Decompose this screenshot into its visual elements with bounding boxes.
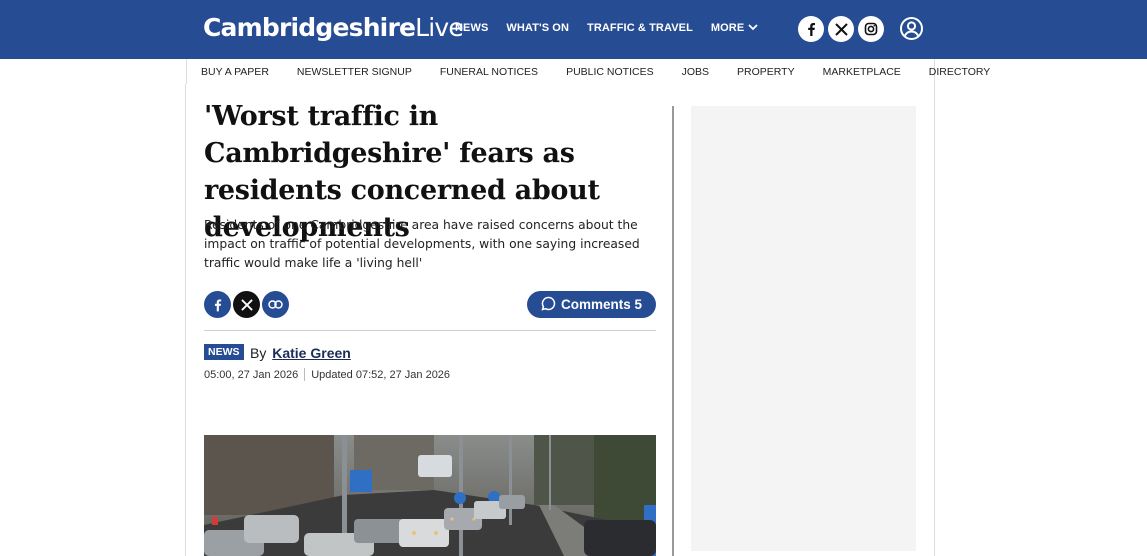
content-border-right [934,84,935,556]
subnav-jobs[interactable]: JOBS [682,66,709,78]
site-logo[interactable]: CambridgeshireLive [203,13,464,42]
nav-more[interactable]: MORE [711,22,758,34]
divider [204,330,656,331]
facebook-icon[interactable] [204,291,231,318]
x-icon[interactable] [828,16,854,42]
subnav-directory[interactable]: DIRECTORY [929,66,990,78]
subnav-marketplace[interactable]: MARKETPLACE [823,66,901,78]
subnav-buy-a-paper[interactable]: BUY A PAPER [201,66,269,78]
comment-bubble-icon [541,296,556,314]
facebook-icon[interactable] [798,16,824,42]
updated-time: Updated 07:52, 27 Jan 2026 [311,368,451,381]
instagram-icon[interactable] [858,16,884,42]
column-divider [672,106,674,556]
byline: By Katie Green [250,345,351,361]
site-header: CambridgeshireLive NEWS WHAT'S ON TRAFFI… [0,0,1147,59]
date-separator [304,368,306,381]
comments-label: Comments 5 [560,297,643,312]
author-link[interactable]: Katie Green [272,345,351,361]
content-border-left [185,84,186,556]
subnav-public-notices[interactable]: PUBLIC NOTICES [566,66,654,78]
social-links [798,16,884,42]
chevron-down-icon [748,23,758,34]
share-buttons [204,291,289,318]
user-icon[interactable] [899,16,924,41]
byline-prefix: By [250,345,267,361]
main-nav: NEWS WHAT'S ON TRAFFIC & TRAVEL MORE [455,22,758,34]
subnav-newsletter-signup[interactable]: NEWSLETTER SIGNUP [297,66,412,78]
link-icon[interactable] [262,291,289,318]
subnav-property[interactable]: PROPERTY [737,66,795,78]
category-badge[interactable]: NEWS [204,344,244,360]
nav-whats-on[interactable]: WHAT'S ON [506,22,569,34]
article-dates: 05:00, 27 Jan 2026 Updated 07:52, 27 Jan… [204,368,450,381]
article-standfirst: Residents of one Cambridgeshire area hav… [204,218,640,270]
x-icon[interactable] [233,291,260,318]
logo-primary: Cambridgeshire [203,13,416,42]
nav-news[interactable]: NEWS [455,22,488,34]
article-hero-image [204,435,656,556]
nav-traffic-travel[interactable]: TRAFFIC & TRAVEL [587,22,693,34]
nav-more-label: MORE [710,22,745,34]
comments-button[interactable]: Comments 5 [527,291,656,318]
subnav-funeral-notices[interactable]: FUNERAL NOTICES [440,66,538,78]
subnav: BUY A PAPER NEWSLETTER SIGNUP FUNERAL NO… [201,66,990,78]
sidebar-ad-slot [691,106,916,551]
published-time: 05:00, 27 Jan 2026 [204,368,299,381]
